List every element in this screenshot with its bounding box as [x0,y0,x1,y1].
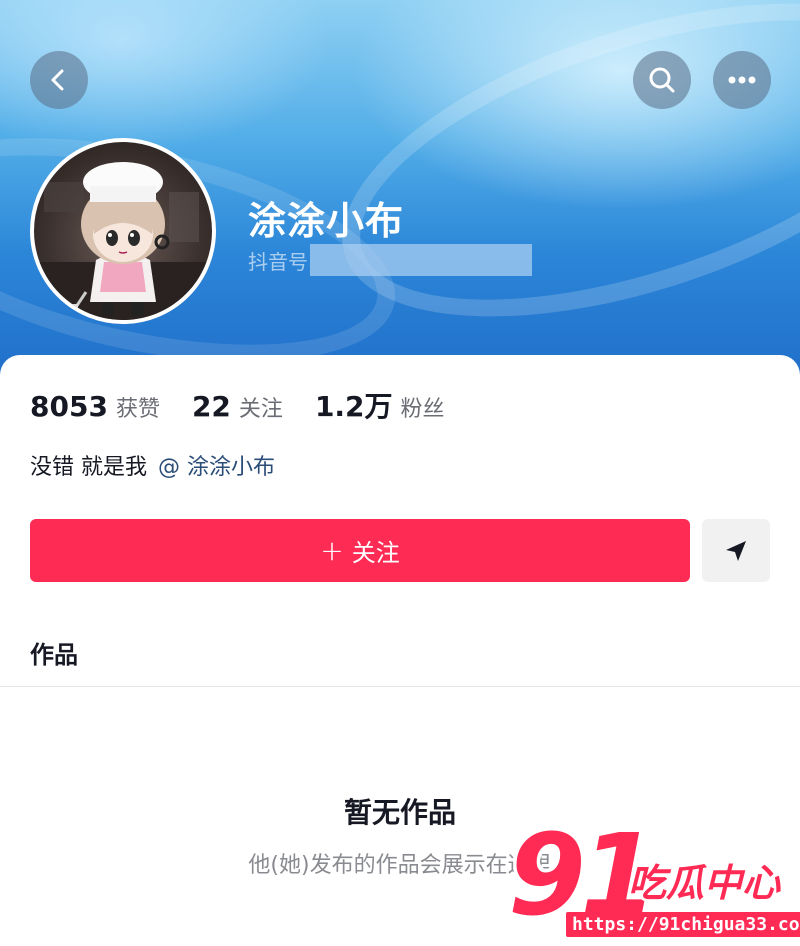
bio-mention-link[interactable]: @ 涂涂小布 [158,455,275,480]
bio: 没错 就是我 @ 涂涂小布 [30,449,275,481]
watermark-url: https://91chigua33.com [566,912,800,937]
ellipsis-icon [728,76,756,84]
account-id-label: 抖音号 [248,249,308,274]
more-button[interactable] [713,51,771,109]
username: 涂涂小布 [248,199,405,243]
stat-following[interactable]: 22 关注 [192,390,283,423]
bio-text: 没错 就是我 [30,455,147,480]
chevron-left-icon [51,69,64,91]
plus-icon: + [320,534,344,567]
account-id-redacted [310,244,532,276]
send-icon [726,540,746,561]
stat-likes[interactable]: 8053 获赞 [30,390,160,423]
back-button[interactable] [30,51,88,109]
message-button[interactable] [702,519,770,582]
stat-value: 8053 [30,390,108,423]
stat-value: 1.2万 [314,390,393,423]
follow-button[interactable]: + 关注 [30,519,690,582]
avatar-chibi-chef-image [34,162,212,320]
divider [0,686,800,687]
profile-banner: 涂涂小布 抖音号 [0,0,800,390]
avatar[interactable] [30,138,216,324]
watermark-text: 吃瓜中心 [628,861,781,905]
search-button[interactable] [633,51,691,109]
stats-row: 8053 获赞 22 关注 1.2万 粉丝 [30,385,477,425]
stat-label: 关注 [238,397,283,422]
stat-label: 粉丝 [400,397,445,422]
tab-works[interactable]: 作品 [30,635,78,670]
empty-state-title: 暂无作品 [343,796,456,829]
stat-followers[interactable]: 1.2万 粉丝 [315,385,445,425]
account-id-row: 抖音号 [248,244,532,276]
search-icon [649,67,675,93]
stat-value: 22 [191,390,231,423]
stat-label: 获赞 [115,397,160,422]
follow-label: 关注 [351,539,400,567]
